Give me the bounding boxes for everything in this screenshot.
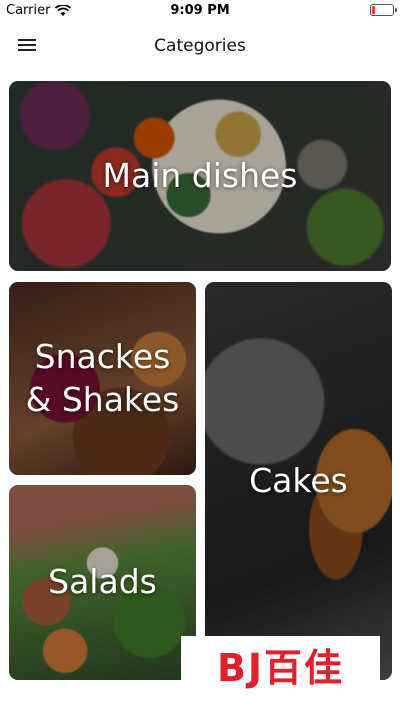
category-label: Snackes & Shakes (25, 336, 180, 419)
watermark-logo: BJ百佳 (181, 636, 380, 692)
status-bar: Carrier 9:09 PM (0, 0, 400, 22)
battery-icon (370, 4, 397, 16)
category-tile-snacks-shakes[interactable]: Snackes & Shakes (9, 282, 196, 475)
category-tile-cakes[interactable]: Cakes (205, 282, 392, 680)
category-tile-salads[interactable]: Salads (9, 485, 196, 680)
category-label: Cakes (249, 460, 348, 500)
navigation-bar: Categories (0, 22, 400, 72)
category-label: Main dishes (102, 155, 298, 195)
status-time: 9:09 PM (170, 3, 230, 18)
category-label: Salads (48, 562, 157, 602)
status-right (370, 4, 397, 16)
page-title: Categories (154, 36, 246, 56)
category-tile-main-dishes[interactable]: Main dishes (9, 81, 391, 271)
